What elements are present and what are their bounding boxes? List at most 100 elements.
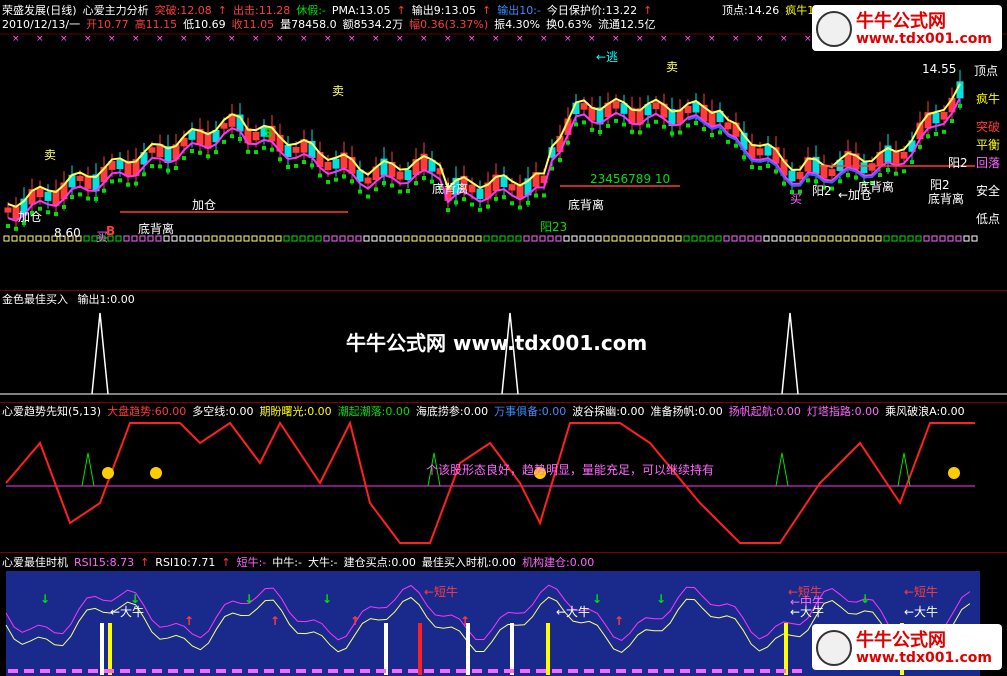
candle-body	[148, 147, 156, 153]
chart-label: 买	[790, 192, 803, 206]
support-dot	[694, 121, 698, 126]
timing-header-item: 大牛:-	[307, 556, 338, 569]
candle-body	[756, 148, 764, 156]
support-dot	[614, 118, 618, 123]
timing-header-item: 最佳买入时机:0.00	[421, 556, 517, 569]
main-header-line1: 荣盛发展(日线) 心爱主力分析 突破:12.08 ↑ 出击:11.28 休假:- PMA:1…	[2, 4, 658, 17]
support-dot	[878, 173, 882, 178]
signal-square	[355, 235, 362, 242]
signal-square	[27, 235, 34, 242]
marker-x: ×	[372, 34, 380, 44]
candle-body	[900, 151, 908, 159]
timing-floor-mark	[344, 669, 354, 673]
timing-bar	[100, 623, 104, 675]
signal-square	[235, 235, 242, 242]
support-dot	[230, 134, 234, 139]
support-dot	[190, 149, 194, 154]
marker-x: ×	[324, 34, 332, 44]
signal-square	[419, 235, 426, 242]
support-dot	[582, 120, 586, 125]
main-line1-item: 荣盛发展(日线)	[2, 4, 77, 17]
signal-square	[635, 235, 642, 242]
chart-label: B	[106, 224, 116, 238]
signal-square	[115, 235, 122, 242]
candle-body	[796, 172, 804, 180]
signal-square	[195, 235, 202, 242]
signal-square	[963, 235, 970, 242]
timing-header-item: ↑	[221, 556, 231, 569]
main-line2-item: 开10.77	[86, 18, 129, 31]
signal-square	[523, 235, 530, 242]
timing-floor-mark	[440, 669, 450, 673]
chart-label: 底背离	[138, 222, 175, 236]
marker-x: ×	[108, 34, 116, 44]
support-dot	[334, 177, 338, 182]
support-dot	[566, 140, 570, 145]
support-dot	[46, 210, 50, 215]
marker-x: ×	[756, 34, 764, 44]
support-dot	[254, 150, 258, 155]
timing-bar	[466, 623, 470, 675]
signal-square	[627, 235, 634, 242]
candle-body	[404, 169, 412, 181]
candle-body	[364, 177, 372, 184]
support-dot	[758, 165, 762, 170]
trend-chart[interactable]	[0, 403, 1007, 553]
signal-square	[939, 235, 946, 242]
chart-label: 23456789 10	[590, 172, 671, 186]
chart-label: 阳2	[948, 156, 968, 170]
chart-label: 阳2	[930, 178, 950, 192]
trend-panel[interactable]: 心爱趋势先知(5,13) 大盘趋势:60.00 多空线:0.00 期盼曙光:0.00 潮…	[0, 402, 1007, 553]
support-dot	[934, 132, 938, 137]
timing-floor-mark	[776, 669, 786, 673]
arrow-icon: ↑	[270, 614, 280, 628]
signal-square	[387, 235, 394, 242]
timing-floor-mark	[312, 669, 322, 673]
candle-body	[44, 191, 52, 201]
timing-floor-mark	[472, 669, 482, 673]
candle-body	[396, 171, 404, 180]
support-dot	[606, 123, 610, 128]
support-dot	[702, 127, 706, 132]
main-line2-item: 高11.15	[134, 18, 178, 31]
candle-body	[612, 101, 620, 109]
signal-square	[427, 235, 434, 242]
signal-square	[779, 235, 786, 242]
timing-floor-mark	[696, 669, 706, 673]
support-dot	[350, 179, 354, 184]
coin-icon	[948, 467, 960, 479]
signal-square	[83, 235, 90, 242]
main-line1-item: ↑	[217, 4, 228, 17]
signal-square	[547, 235, 554, 242]
support-dot	[942, 129, 946, 134]
logo-bottom: 牛牛公式网 www.tdx001.com	[812, 624, 1002, 670]
signal-square	[675, 235, 682, 242]
support-dot	[718, 130, 722, 135]
main-line1-item: ↑	[481, 4, 492, 17]
timing-label: ←大牛	[110, 605, 145, 619]
timing-header-item: 短牛:-	[236, 556, 267, 569]
chart-label: S	[264, 126, 273, 140]
support-dot	[806, 178, 810, 183]
arrow-icon: ↑	[460, 614, 470, 628]
marker-x: ×	[180, 34, 188, 44]
timing-floor-mark	[536, 669, 546, 673]
signal-square	[459, 235, 466, 242]
signal-square	[587, 235, 594, 242]
signal-square	[843, 235, 850, 242]
support-dot	[86, 196, 90, 201]
signal-square	[411, 235, 418, 242]
support-dot	[590, 127, 594, 132]
support-dot	[838, 179, 842, 184]
timing-floor-mark	[216, 669, 226, 673]
main-line2-item: 低10.69	[183, 18, 226, 31]
support-dot	[318, 173, 322, 178]
support-dot	[206, 154, 210, 159]
timing-floor-mark	[392, 669, 402, 673]
gold-buy-panel[interactable]: 金色最佳买入 输出1:0.00 牛牛公式网 www.tdx001.com	[0, 290, 1007, 403]
timing-floor-mark	[568, 669, 578, 673]
support-dot	[110, 179, 114, 184]
support-dot	[574, 122, 578, 127]
signal-square	[555, 235, 562, 242]
marker-x: ×	[348, 34, 356, 44]
